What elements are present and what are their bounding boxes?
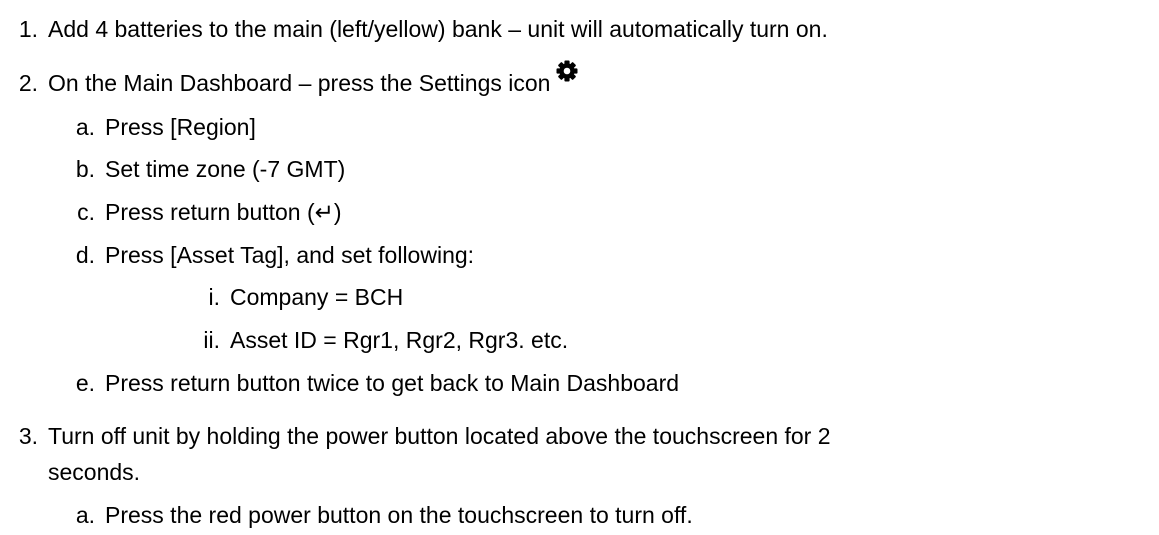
step-number: 3. (18, 423, 38, 449)
item-marker: i. (208, 284, 221, 310)
substep-marker: a. (75, 114, 95, 140)
item-2d-i: i. Company = BCH (209, 283, 404, 311)
substep-2a: a. Press [Region] (76, 113, 256, 141)
step-number: 1. (18, 16, 38, 42)
substep-text: Press [Asset Tag], and set following: (105, 242, 475, 268)
step-1: 1. Add 4 batteries to the main (left/yel… (19, 15, 828, 43)
substep-marker: d. (75, 242, 95, 268)
step-number: 2. (18, 70, 38, 96)
substep-2c: c. Press return button (↵) (77, 198, 342, 226)
substep-marker: e. (75, 370, 95, 396)
step-2: 2. On the Main Dashboard – press the Set… (19, 60, 578, 97)
substep-text: Set time zone (-7 GMT) (105, 156, 346, 182)
document-page: { "steps": [ { "number": "1.", "text": "… (0, 0, 1159, 535)
item-marker: ii. (203, 327, 220, 353)
substep-marker: b. (75, 156, 95, 182)
step-text: Turn off unit by holding the power butto… (48, 423, 831, 449)
substep-text: Press [Region] (105, 114, 256, 140)
gear-icon (556, 60, 578, 82)
step-text: On the Main Dashboard – press the Settin… (48, 70, 551, 96)
item-text: Company = BCH (230, 284, 404, 310)
item-2d-ii: ii. Asset ID = Rgr1, Rgr2, Rgr3. etc. (203, 326, 569, 354)
substep-text: Press return button (↵) (105, 199, 342, 225)
step-text-continued: seconds. (48, 459, 141, 485)
step-text: Add 4 batteries to the main (left/yellow… (48, 16, 828, 42)
substep-3a: a. Press the red power button on the tou… (76, 501, 693, 529)
step-3: 3. Turn off unit by holding the power bu… (19, 422, 831, 450)
substep-text: Press the red power button on the touchs… (105, 502, 693, 528)
substep-2b: b. Set time zone (-7 GMT) (76, 155, 346, 183)
substep-2d: d. Press [Asset Tag], and set following: (76, 241, 475, 269)
substep-marker: c. (77, 199, 95, 225)
substep-text: Press return button twice to get back to… (105, 370, 680, 396)
item-text: Asset ID = Rgr1, Rgr2, Rgr3. etc. (230, 327, 569, 353)
substep-marker: a. (75, 502, 95, 528)
step-3-continued: seconds. (48, 458, 140, 486)
substep-2e: e. Press return button twice to get back… (76, 369, 680, 397)
